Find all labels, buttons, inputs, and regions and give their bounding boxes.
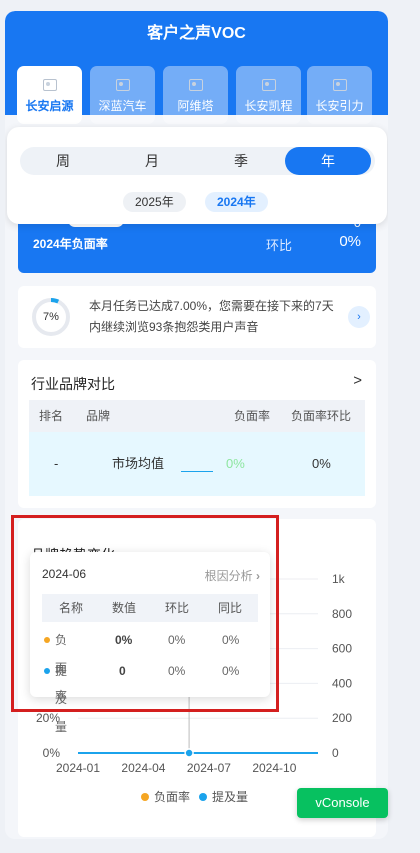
brand-tab-shenlan[interactable]: 深蓝汽车	[90, 66, 155, 124]
highlight-annotation-box	[11, 515, 279, 712]
brand-tab-kaicheng[interactable]: 长安凯程	[236, 66, 301, 124]
table-row[interactable]: - 市场均值 0% 0%	[29, 432, 365, 496]
progress-percent: 7%	[43, 311, 59, 323]
period-filter-panel: 周 月 季 年 2025年 2024年	[7, 127, 387, 224]
row-rate: 0%	[226, 456, 245, 471]
image-placeholder-icon	[261, 79, 276, 91]
summary-huanbi-label: 环比	[266, 238, 293, 253]
header-brand: 品牌	[86, 409, 111, 423]
brand-tab-bar: 长安启源 深蓝汽车 阿维塔 长安凯程 长安引力	[5, 57, 388, 124]
brand-tab-avatr[interactable]: 阿维塔	[163, 66, 228, 124]
brand-tab-label: 长安引力	[315, 99, 364, 113]
image-placeholder-icon	[115, 79, 130, 91]
period-segmented-control: 周 月 季 年	[20, 147, 375, 175]
brand-tab-label: 长安凯程	[244, 99, 293, 113]
year-chip-2024[interactable]: 2024年	[205, 192, 268, 212]
period-quarter[interactable]: 季	[198, 147, 284, 175]
summary-year-label: 2024年负面率	[33, 237, 108, 251]
brand-comparison-card: 行业品牌对比 > 排名 品牌 负面率 负面率环比 - 市场均值 0% 0%	[18, 360, 376, 508]
comparison-title: 行业品牌对比	[31, 376, 115, 392]
image-placeholder-icon	[188, 79, 203, 91]
task-progress-card: 7% 本月任务已达成7.00%，您需要在接下来的7天内继续浏览93条抱怨类用户声…	[18, 286, 376, 348]
period-week[interactable]: 周	[20, 147, 106, 175]
brand-tab-changan-qiyuan[interactable]: 长安启源	[17, 66, 82, 124]
header-rate: 负面率	[234, 409, 271, 423]
page-title: 客户之声VOC	[5, 11, 388, 57]
brand-tab-label: 阿维塔	[177, 99, 214, 113]
brand-tab-yinli[interactable]: 长安引力	[307, 66, 372, 124]
summary-huanbi-value: 0%	[339, 233, 361, 250]
image-placeholder-icon	[332, 79, 347, 91]
header-rate-change: 负面率环比	[291, 409, 352, 423]
brand-tab-label: 长安启源	[25, 99, 74, 113]
period-year[interactable]: 年	[285, 147, 371, 175]
header-rank: 排名	[39, 409, 64, 423]
image-placeholder-icon	[42, 79, 57, 91]
progress-ring: 7%	[31, 297, 71, 337]
chevron-right-icon[interactable]: ›	[348, 306, 370, 328]
vconsole-button[interactable]: vConsole	[297, 788, 388, 818]
rate-underline	[181, 471, 213, 472]
brand-tab-label: 深蓝汽车	[98, 99, 147, 113]
chevron-right-icon[interactable]: >	[353, 372, 362, 389]
row-brand: 市场均值	[112, 456, 165, 471]
row-rank: -	[54, 456, 59, 471]
year-chip-2025[interactable]: 2025年	[123, 192, 186, 212]
task-message: 本月任务已达成7.00%，您需要在接下来的7天内继续浏览93条抱怨类用户声音	[89, 299, 334, 334]
comparison-table-header: 排名 品牌 负面率 负面率环比	[29, 400, 365, 432]
period-month[interactable]: 月	[109, 147, 195, 175]
row-rate-change: 0%	[312, 456, 331, 471]
